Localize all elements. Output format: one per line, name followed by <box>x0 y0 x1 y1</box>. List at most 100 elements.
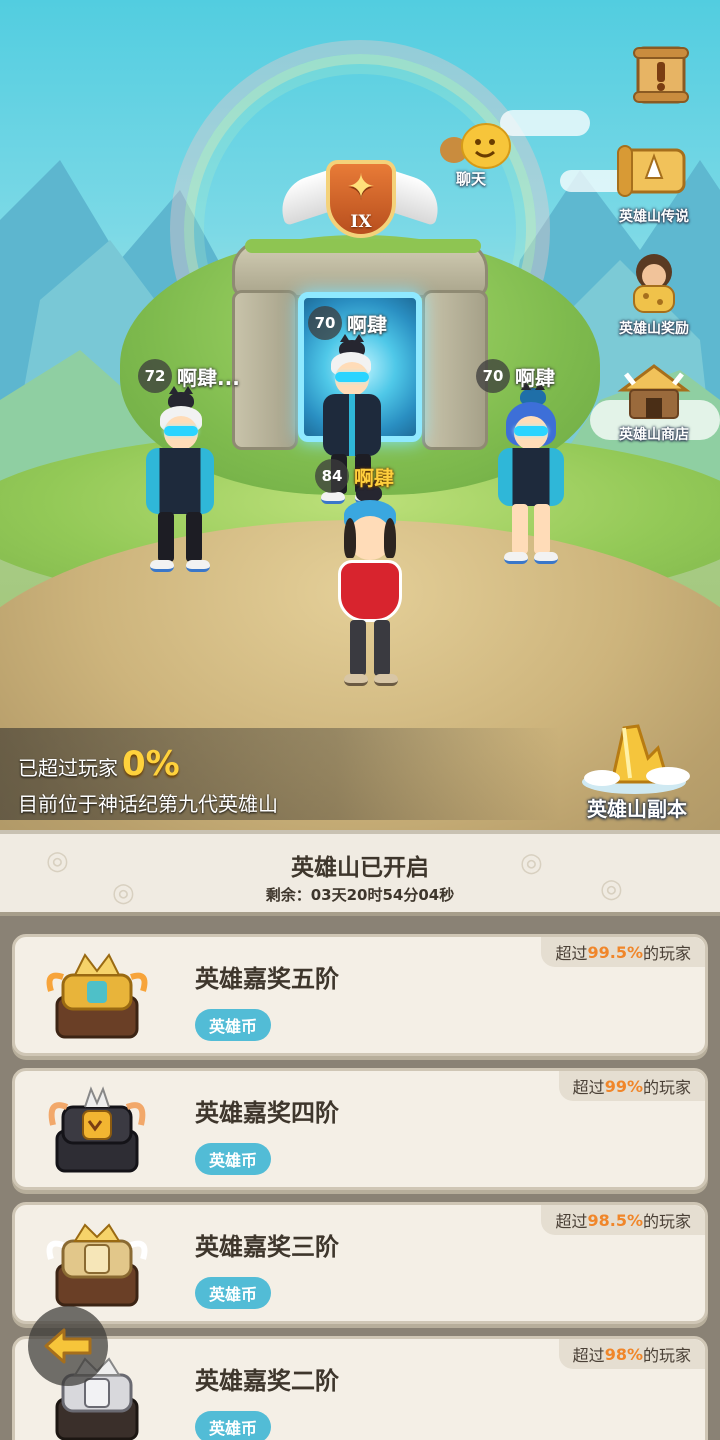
star-icon: ✦ <box>346 167 376 207</box>
rank-prefix: 超过 <box>555 944 588 963</box>
character-shoe <box>186 560 210 572</box>
status-banner: ◎ ◎ ◎ ◎ 英雄山已开启 剩余：03天20时54分04秒 <box>0 830 720 916</box>
reward-card[interactable]: 超过 99.5% 的玩家 英雄嘉奖五阶 英雄币 <box>12 934 708 1056</box>
player-nametag: 70 啊肆 <box>308 306 387 340</box>
rank-requirement: 超过 99% 的玩家 <box>558 1071 705 1101</box>
character-shoe <box>534 552 558 564</box>
surpass-label: 已超过玩家 <box>18 756 118 780</box>
back-arrow-icon <box>44 1328 92 1364</box>
hero-mountain-legend-button[interactable]: 英雄山传说 <box>604 138 704 226</box>
rank-suffix: 的玩家 <box>642 1212 691 1231</box>
treasure-chest-icon <box>48 1086 146 1173</box>
golden-peak-icon <box>582 724 690 794</box>
my-nametag: 84 啊肆 <box>315 459 394 493</box>
reward-card[interactable]: 超过 98.5% 的玩家 英雄嘉奖三阶 英雄币 <box>12 1202 708 1324</box>
rank-prefix: 超过 <box>572 1346 605 1365</box>
side-menu-label: 英雄山奖励 <box>619 321 689 337</box>
character-hair <box>384 518 396 558</box>
treasure-chest-icon <box>46 1223 148 1307</box>
character-leg <box>374 620 390 676</box>
scroll-exclamation-icon <box>633 46 689 104</box>
player-character[interactable] <box>484 382 580 588</box>
rank-prefix: 超过 <box>572 1078 605 1097</box>
player-character[interactable] <box>132 386 228 598</box>
player-level: 70 <box>308 306 342 340</box>
player-nametag: 70 啊肆 <box>476 359 555 393</box>
rank-numeral: IX <box>350 212 372 232</box>
player-nametag: 72 啊肆... <box>138 359 240 393</box>
character-leg <box>350 620 366 676</box>
reward-list[interactable]: 超过 99.5% 的玩家 英雄嘉奖五阶 英雄币 超过 99% 的玩家 英雄嘉奖四… <box>0 916 720 1440</box>
rank-value: 99% <box>604 1076 643 1096</box>
player-name: 啊肆 <box>354 465 394 490</box>
my-character[interactable] <box>320 478 420 710</box>
player-level: 72 <box>138 359 172 393</box>
character-shoe <box>374 674 398 686</box>
reward-name: 英雄嘉奖四阶 <box>195 1099 339 1127</box>
hero-mountain-scene: ✦ IX 70 啊肆 72 啊肆... 70 啊肆 84 啊肆 聊天 英雄山传说… <box>0 0 720 830</box>
rank-requirement: 超过 99.5% 的玩家 <box>541 937 705 967</box>
position-text: 目前位于神话纪第九代英雄山 <box>18 792 278 816</box>
rank-value: 98.5% <box>587 1210 643 1230</box>
gate-moss <box>245 239 481 253</box>
legend-scroll-icon <box>617 145 686 197</box>
chat-button[interactable]: 聊天 <box>436 122 516 192</box>
hero-mountain-reward-button[interactable]: 英雄山奖励 <box>604 250 704 338</box>
character-visor <box>335 372 369 382</box>
hut-shop-icon <box>617 364 691 419</box>
status-title: 英雄山已开启 <box>291 855 429 881</box>
character-shoe <box>504 552 528 564</box>
player-name: 啊肆... <box>177 365 240 390</box>
surpass-info: 已超过玩家 0% <box>18 744 180 784</box>
caveman-reward-icon <box>633 254 675 313</box>
player-name: 啊肆 <box>347 312 387 337</box>
reward-card[interactable]: 超过 98% 的玩家 英雄嘉奖二阶 英雄币 <box>12 1336 708 1440</box>
currency-badge: 英雄币 <box>195 1277 272 1309</box>
reward-name: 英雄嘉奖二阶 <box>195 1367 339 1395</box>
currency-badge: 英雄币 <box>195 1411 272 1440</box>
character-shoe <box>150 560 174 572</box>
character-leg <box>186 512 202 562</box>
character-leg <box>158 512 174 562</box>
rank-suffix: 的玩家 <box>642 1346 691 1365</box>
character-body <box>323 394 381 456</box>
side-menu-label: 英雄山传说 <box>619 209 689 225</box>
back-button[interactable] <box>28 1306 108 1386</box>
character-shoe <box>344 674 368 686</box>
rank-value: 98% <box>604 1344 643 1364</box>
rank-prefix: 超过 <box>555 1212 588 1231</box>
dungeon-label: 英雄山副本 <box>587 797 687 821</box>
character-leg <box>512 504 528 554</box>
status-countdown: 剩余：03天20时54分04秒 <box>265 886 455 904</box>
hero-dungeon-button[interactable]: 英雄山副本 <box>572 718 702 828</box>
side-menu-label: 英雄山商店 <box>619 427 689 443</box>
hero-mountain-shop-button[interactable]: 英雄山商店 <box>604 360 704 444</box>
rank-value: 99.5% <box>587 942 643 962</box>
currency-badge: 英雄币 <box>195 1143 272 1175</box>
currency-badge: 英雄币 <box>195 1009 272 1041</box>
rank-requirement: 超过 98% 的玩家 <box>558 1339 705 1369</box>
rank-suffix: 的玩家 <box>642 1078 691 1097</box>
character-leg <box>534 504 550 554</box>
scroll-notice-button[interactable] <box>632 44 690 106</box>
character-body <box>338 560 402 622</box>
gate-pillar-left <box>232 290 298 450</box>
reward-card[interactable]: 超过 99% 的玩家 英雄嘉奖四阶 英雄币 <box>12 1068 708 1190</box>
rank-requirement: 超过 98.5% 的玩家 <box>541 1205 705 1235</box>
chat-bubble-icon <box>440 123 511 169</box>
player-level: 70 <box>476 359 510 393</box>
reward-name: 英雄嘉奖三阶 <box>195 1233 339 1261</box>
treasure-chest-icon <box>46 953 148 1039</box>
chat-label: 聊天 <box>455 170 486 188</box>
character-body <box>498 448 564 506</box>
surpass-percent: 0% <box>122 744 180 784</box>
character-visor <box>514 426 548 436</box>
rank-suffix: 的玩家 <box>642 944 691 963</box>
player-level: 84 <box>315 459 349 493</box>
reward-name: 英雄嘉奖五阶 <box>195 965 339 993</box>
character-body <box>146 448 214 514</box>
rank-emblem: ✦ IX <box>326 160 396 238</box>
player-name: 啊肆 <box>515 365 555 390</box>
character-visor <box>164 426 198 436</box>
character-hair <box>344 518 356 558</box>
